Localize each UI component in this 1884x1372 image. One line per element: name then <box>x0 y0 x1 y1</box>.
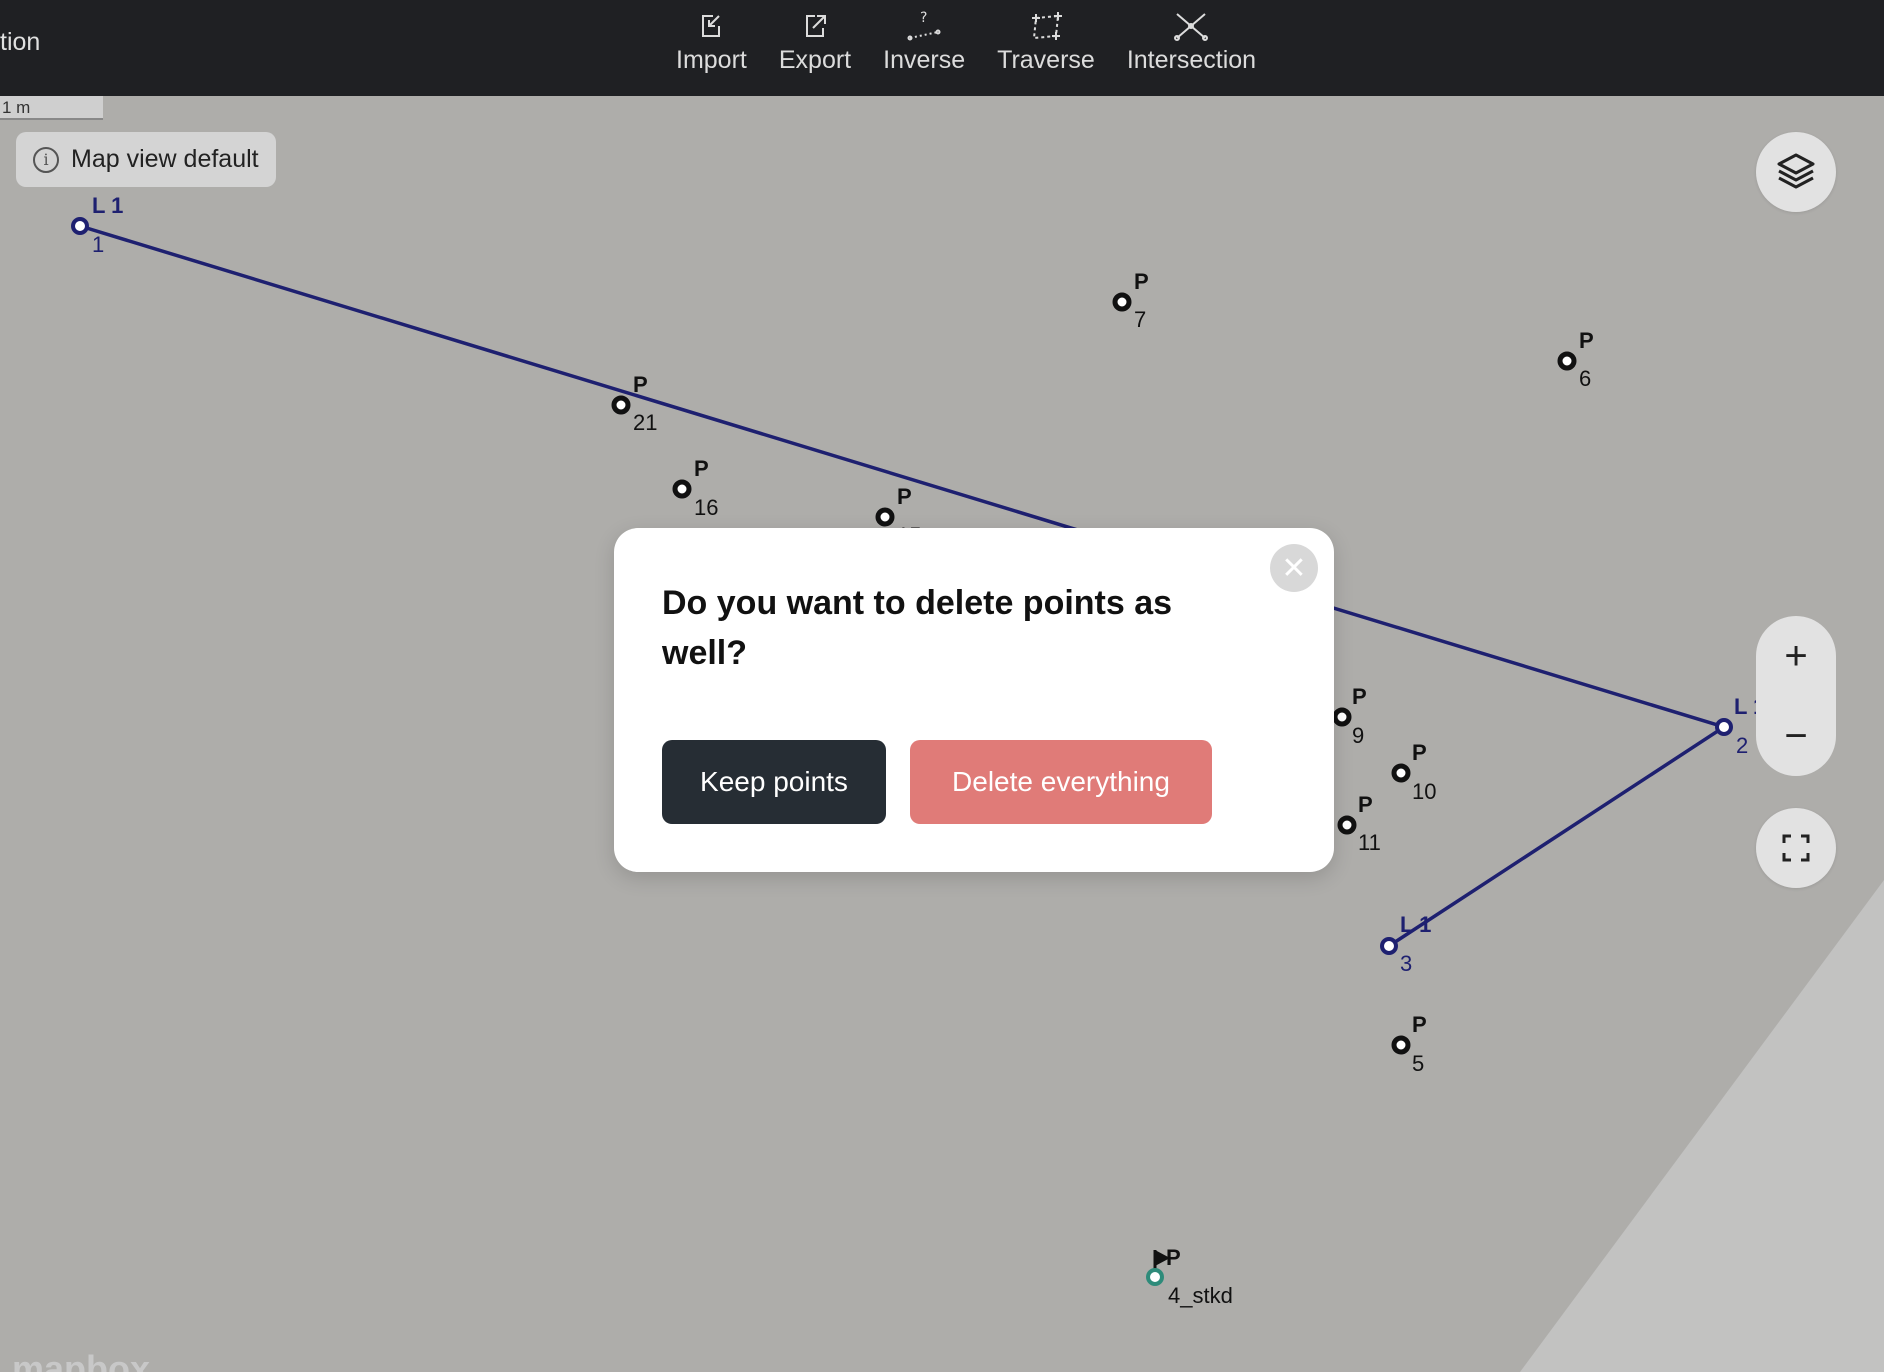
line-node-label-1: 1 <box>92 232 104 257</box>
inverse-icon: ? <box>907 10 941 41</box>
import-button[interactable]: Import <box>676 8 747 75</box>
point-code-9: P <box>1352 684 1367 709</box>
line-node-3[interactable] <box>1380 937 1398 955</box>
import-label: Import <box>676 46 747 74</box>
point-5[interactable] <box>1391 1035 1411 1055</box>
export-icon <box>805 15 826 37</box>
delete-line-dialog: ✕ Do you want to delete points as well? … <box>614 528 1334 872</box>
point-id-5: 5 <box>1412 1051 1424 1076</box>
point-code-21: P <box>633 372 648 397</box>
point-id-4: 4_stkd <box>1168 1283 1233 1308</box>
point-code-7: P <box>1134 269 1149 294</box>
tool-group: Import Export ? Inverse Traverse Interse… <box>660 8 1272 75</box>
line-node-1[interactable] <box>71 217 89 235</box>
point-11[interactable] <box>1337 815 1357 835</box>
export-label: Export <box>778 46 852 74</box>
point-code-10: P <box>1412 740 1427 765</box>
line-node-label-3: 3 <box>1400 951 1412 976</box>
point-code-15: P <box>897 484 912 509</box>
point-id-21: 21 <box>633 410 657 435</box>
line-label-l1-c: L 1 <box>1400 912 1431 937</box>
app-title-partial: tion <box>0 28 41 56</box>
inverse-label: Inverse <box>883 46 966 74</box>
traverse-button[interactable]: Traverse <box>997 8 1095 75</box>
scale-bar: 1 m <box>0 96 103 120</box>
point-id-6: 6 <box>1579 366 1591 391</box>
point-code-6: P <box>1579 328 1594 353</box>
close-icon[interactable]: ✕ <box>1270 544 1318 592</box>
traverse-label: Traverse <box>997 46 1095 74</box>
line-node-2[interactable] <box>1715 718 1733 736</box>
point-id-7: 7 <box>1134 307 1146 332</box>
point-id-16: 16 <box>694 495 718 520</box>
layers-icon <box>1777 153 1815 189</box>
point-16[interactable] <box>672 479 692 499</box>
point-7[interactable] <box>1112 292 1132 312</box>
map-view-label: Map view default <box>71 145 259 173</box>
point-6[interactable] <box>1557 351 1577 371</box>
point-21[interactable] <box>611 395 631 415</box>
delete-everything-button[interactable]: Delete everything <box>910 740 1212 824</box>
dialog-question: Do you want to delete points as well? <box>662 584 1173 672</box>
top-toolbar: tion Import Export ? Inverse Traverse In… <box>0 0 1884 96</box>
fullscreen-icon <box>1782 834 1810 862</box>
traverse-icon <box>1031 12 1062 40</box>
road-area <box>1520 880 1884 1372</box>
keep-points-button[interactable]: Keep points <box>662 740 886 824</box>
svg-text:?: ? <box>920 10 927 26</box>
import-icon <box>702 15 721 37</box>
point-10[interactable] <box>1391 763 1411 783</box>
point-id-11: 11 <box>1358 830 1381 855</box>
line-node-label-2: 2 <box>1736 733 1748 758</box>
zoom-controls: + − <box>1756 616 1836 776</box>
zoom-in-button[interactable]: + <box>1756 616 1836 696</box>
point-code-16: P <box>694 456 709 481</box>
export-button[interactable]: Export <box>779 8 851 75</box>
point-9[interactable] <box>1332 707 1352 727</box>
mapbox-attribution[interactable]: mapbox <box>12 1348 150 1372</box>
map-view-badge[interactable]: i Map view default <box>16 132 276 187</box>
fullscreen-button[interactable] <box>1756 808 1836 888</box>
intersection-button[interactable]: Intersection <box>1127 8 1256 75</box>
intersection-label: Intersection <box>1126 46 1257 74</box>
intersection-icon <box>1174 13 1209 41</box>
point-15[interactable] <box>875 507 895 527</box>
point-id-9: 9 <box>1352 723 1364 748</box>
point-id-10: 10 <box>1412 779 1436 804</box>
point-code-5: P <box>1412 1012 1427 1037</box>
line-label-l1-a: L 1 <box>92 193 123 218</box>
info-icon: i <box>33 146 59 173</box>
point-code-11: P <box>1358 792 1373 817</box>
zoom-out-button[interactable]: − <box>1756 696 1836 776</box>
inverse-button[interactable]: ? Inverse <box>883 8 965 75</box>
layers-button[interactable] <box>1756 132 1836 212</box>
